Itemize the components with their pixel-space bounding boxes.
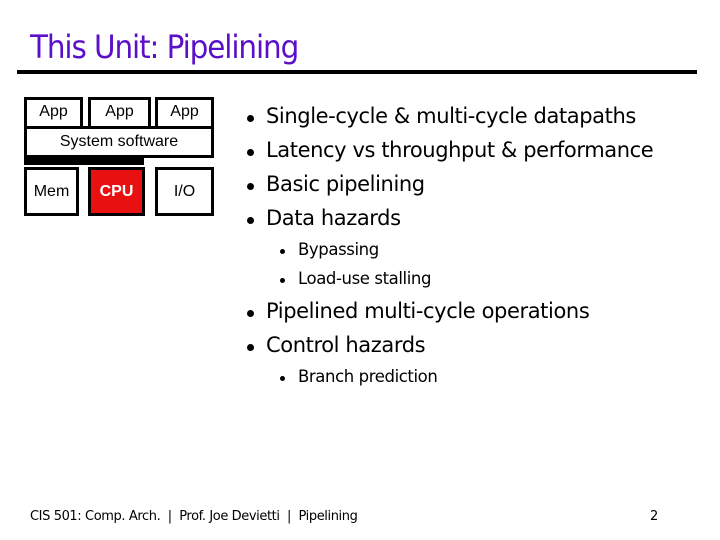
io-box: I/O [155,167,214,216]
app-box-2: App [88,97,151,129]
bullet-icon [247,344,254,351]
sub-bullet-item: Load-use stalling [298,269,432,288]
bullet-icon [247,149,254,156]
sub-bullet-icon [280,376,285,381]
bullet-icon [247,115,254,122]
sub-bullet-icon [280,278,285,283]
bullet-item: Single-cycle & multi-cycle datapaths [266,104,636,128]
bullet-icon [247,217,254,224]
sub-bullet-item: Bypassing [298,240,379,259]
mem-box: Mem [24,167,79,216]
bullet-icon [247,310,254,317]
app-box-3: App [155,97,214,129]
system-software-box: System software [24,126,214,158]
interconnect-bar [24,158,144,165]
cpu-box: CPU [88,167,145,216]
sub-bullet-item: Branch prediction [298,367,438,386]
app-box-1: App [24,97,83,129]
sub-bullet-icon [280,249,285,254]
footer-text: CIS 501: Comp. Arch. | Prof. Joe Deviett… [30,509,358,524]
bullet-item: Data hazards [266,206,401,230]
page-number: 2 [650,509,658,524]
title-rule [17,70,697,74]
bullet-icon [247,183,254,190]
bullet-item: Latency vs throughput & performance [266,138,654,162]
bullet-item: Pipelined multi-cycle operations [266,299,590,323]
slide-title: This Unit: Pipelining [30,28,299,66]
bullet-item: Basic pipelining [266,172,425,196]
bullet-item: Control hazards [266,333,426,357]
